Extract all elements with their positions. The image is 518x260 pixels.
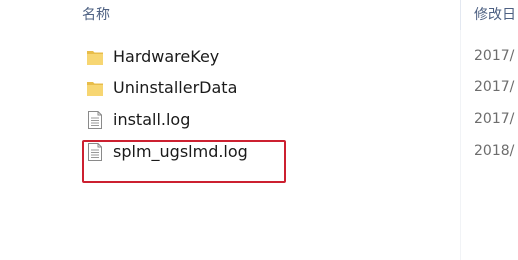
file-explorer-view: 名称 修改日 HardwareKey 2017/ UninstallerData… <box>0 0 518 260</box>
column-header-bar: 名称 修改日 <box>0 0 518 30</box>
file-date: 2017/ <box>474 79 515 95</box>
folder-icon <box>86 47 104 67</box>
column-header-date-modified[interactable]: 修改日 <box>474 2 516 28</box>
file-row-hardwarekey[interactable]: HardwareKey 2017/ <box>0 41 518 72</box>
file-row-install-log[interactable]: install.log 2017/ <box>0 104 518 135</box>
folder-icon <box>86 78 104 98</box>
file-row-uninstallerdata[interactable]: UninstallerData 2017/ <box>0 72 518 103</box>
column-divider[interactable] <box>460 0 461 30</box>
red-highlight-box <box>82 140 286 183</box>
file-name: UninstallerData <box>113 78 238 97</box>
file-name: install.log <box>113 110 191 129</box>
file-date: 2018/ <box>474 143 515 159</box>
file-date: 2017/ <box>474 48 515 64</box>
text-file-icon <box>86 110 104 130</box>
column-header-name[interactable]: 名称 <box>82 2 110 28</box>
file-date: 2017/ <box>474 111 515 127</box>
file-name: HardwareKey <box>113 47 220 66</box>
